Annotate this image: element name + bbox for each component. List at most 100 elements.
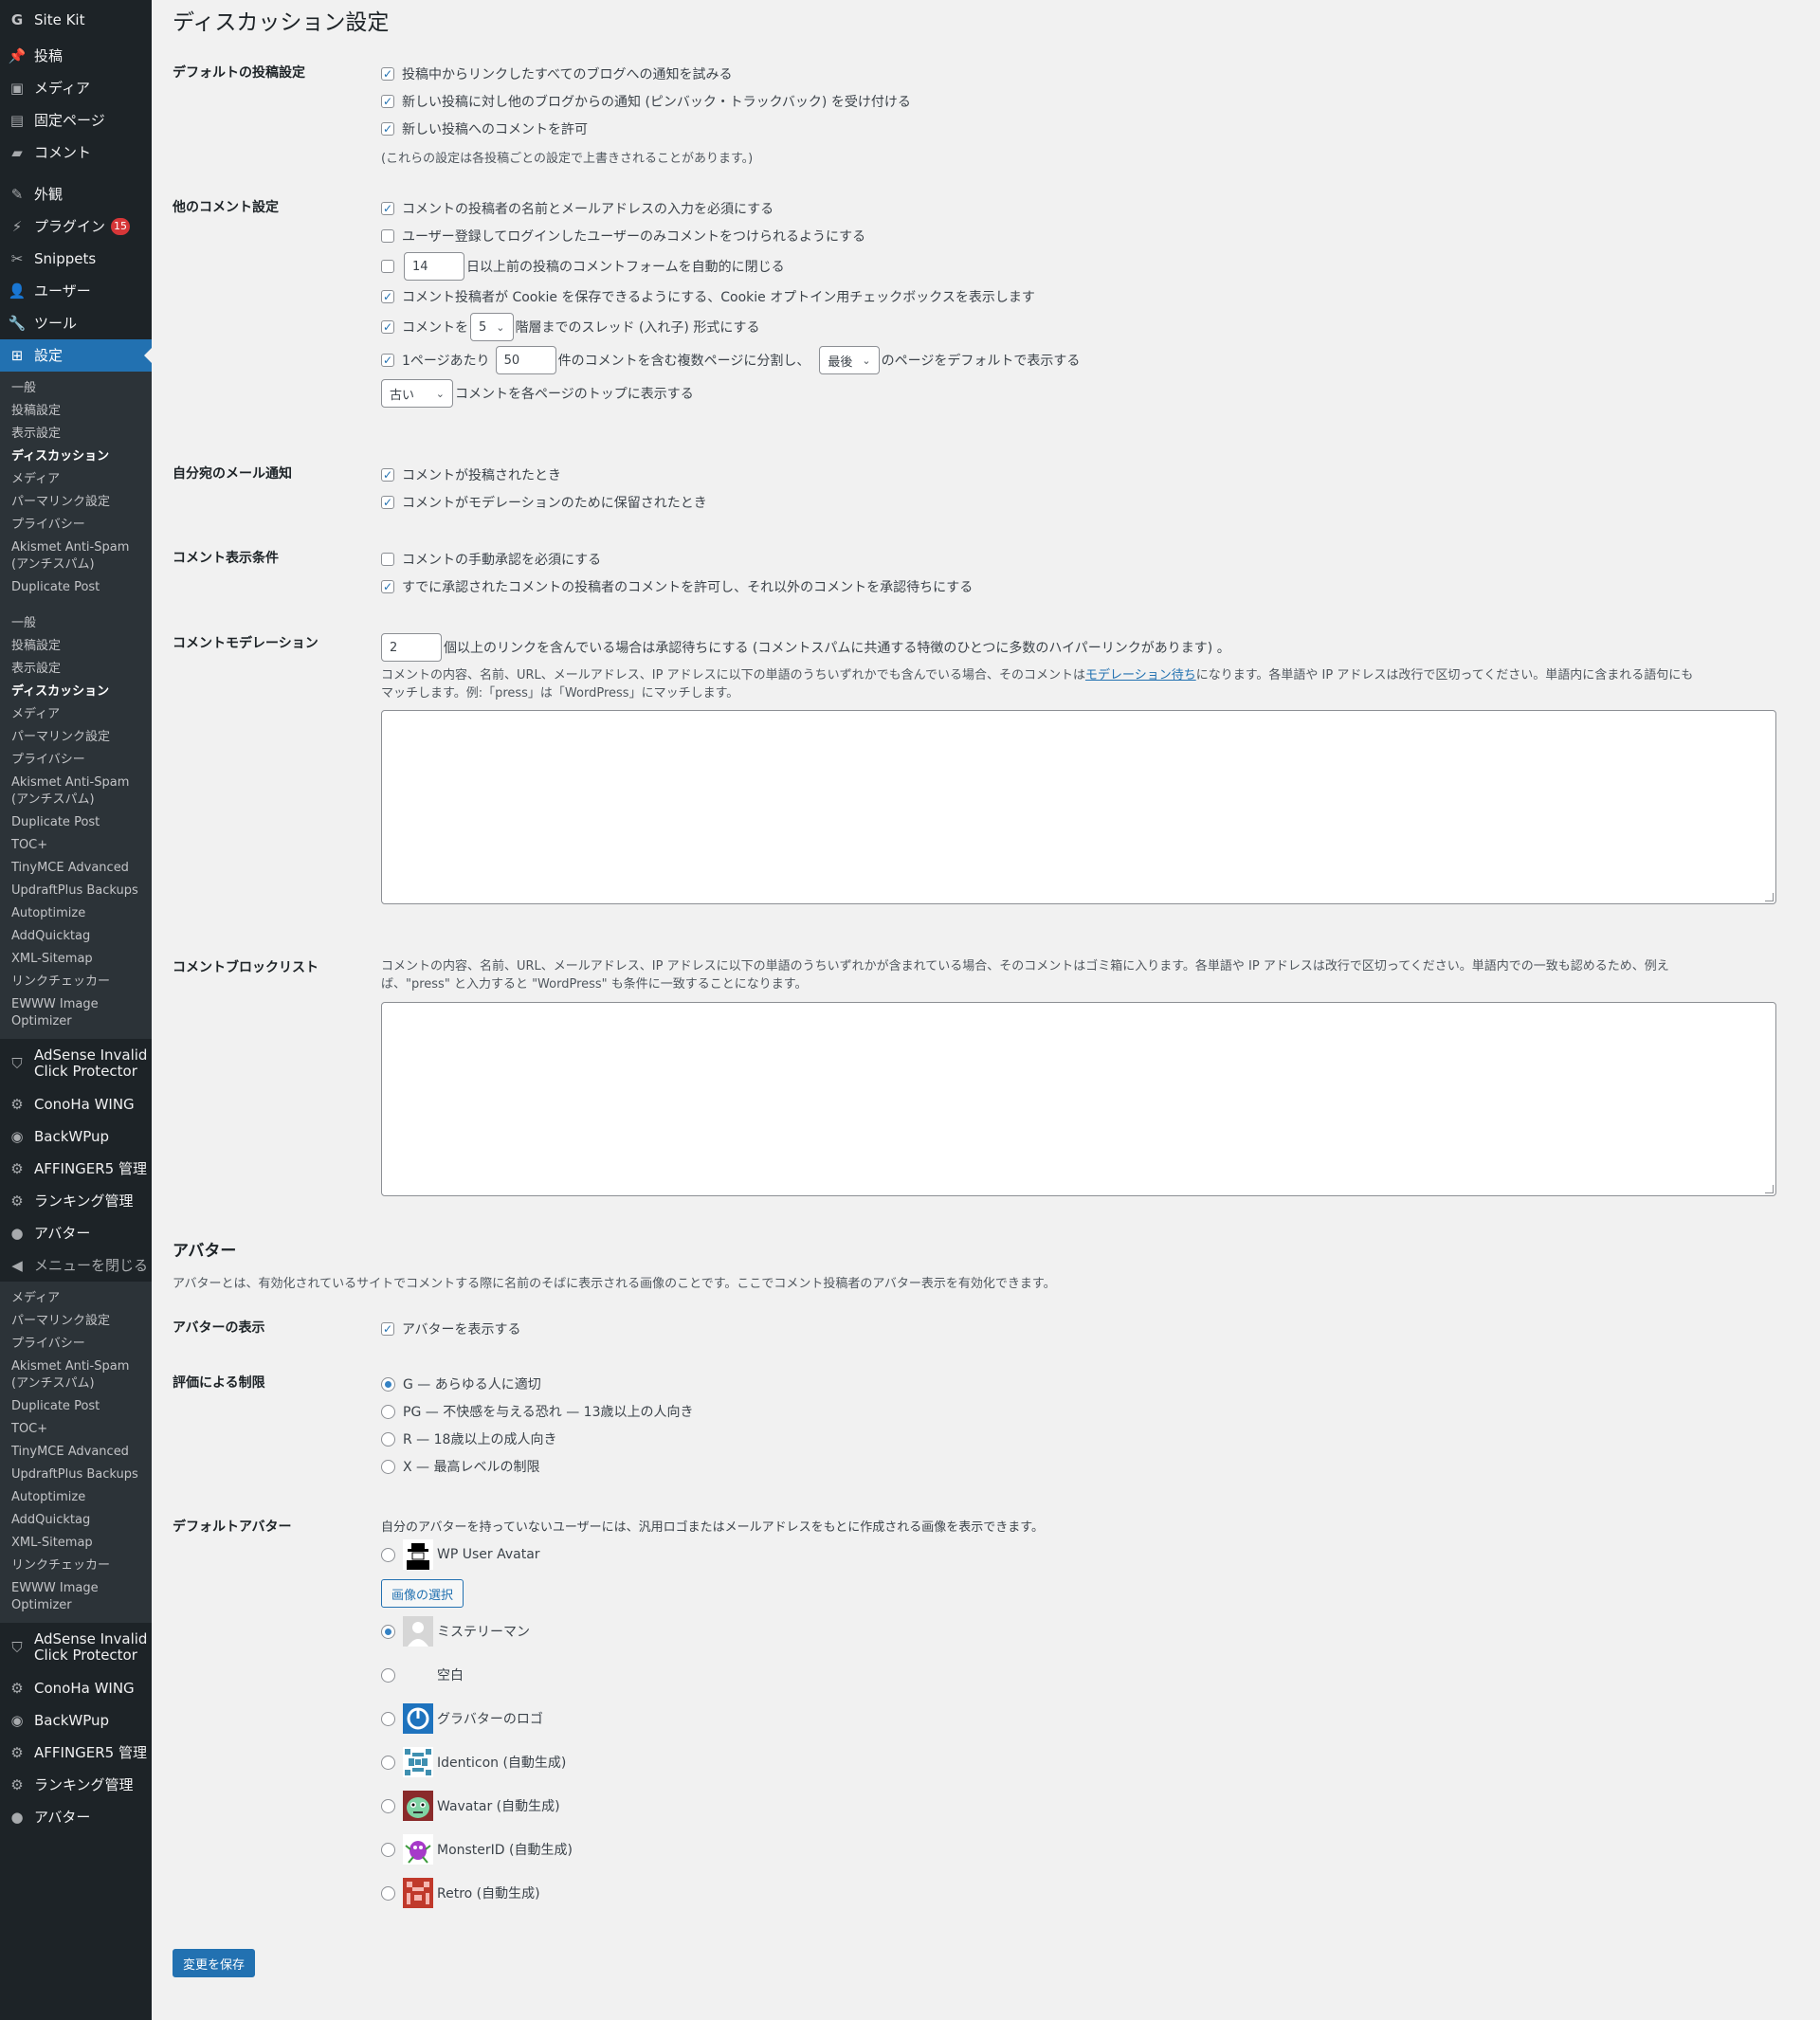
blank-radio[interactable]	[381, 1667, 395, 1683]
registered-only-checkbox[interactable]	[381, 229, 394, 243]
submenu-item[interactable]: メディア	[0, 703, 152, 726]
registered-only-option[interactable]: ユーザー登録してログインしたユーザーのみコメントをつけられるようにする	[381, 225, 1080, 247]
submenu-item[interactable]: EWWW Image Optimizer	[0, 1577, 152, 1617]
rating-x-radio[interactable]	[381, 1459, 395, 1474]
notify-on-moderation-option[interactable]: コメントがモデレーションのために保留されたとき	[381, 491, 707, 514]
require-name-email-option[interactable]: コメントの投稿者の名前とメールアドレスの入力を必須にする	[381, 197, 1080, 220]
submenu-item[interactable]: Duplicate Post	[0, 576, 152, 599]
plugin-menu-item[interactable]: ⚙ AFFINGER5 管理	[0, 1153, 152, 1185]
manual-approval-option[interactable]: コメントの手動承認を必須にする	[381, 548, 973, 571]
wavatar-radio[interactable]	[381, 1798, 395, 1813]
blocklist-keys-textarea[interactable]	[381, 1002, 1776, 1196]
plugin-menu-item[interactable]: ◀ メニューを閉じる	[0, 1249, 152, 1282]
submenu-item[interactable]: プライバシー	[0, 749, 152, 772]
allow-comments-option[interactable]: 新しい投稿へのコメントを許可	[381, 118, 911, 140]
submenu-item[interactable]: ディスカッション	[0, 446, 152, 468]
menu-site-kit[interactable]: G Site Kit	[0, 0, 152, 40]
submenu-item[interactable]: TOC+	[0, 834, 152, 857]
submenu-item[interactable]: 一般	[0, 612, 152, 635]
submenu-item[interactable]: Duplicate Post	[0, 811, 152, 834]
plugin-menu-item[interactable]: ● アバター	[0, 1801, 152, 1833]
thread-depth-select[interactable]: 5 ⌄	[470, 313, 514, 341]
plugin-menu-item[interactable]: ◉ BackWPup	[0, 1704, 152, 1737]
select-image-button[interactable]: 画像の選択	[381, 1579, 464, 1608]
submenu-item[interactable]: Akismet Anti-Spam (アンチスパム)	[0, 772, 152, 811]
avatar-option-wp-user-avatar[interactable]: WP User Avatar	[381, 1539, 1044, 1570]
submenu-item[interactable]: プライバシー	[0, 514, 152, 537]
rating-pg-option[interactable]: PG — 不快感を与える恐れ — 13歳以上の人向き	[381, 1400, 694, 1423]
rating-x-option[interactable]: X — 最高レベルの制限	[381, 1455, 694, 1478]
submenu-item[interactable]: Autoptimize	[0, 902, 152, 925]
menu-tools[interactable]: 🔧 ツール	[0, 307, 152, 339]
show-avatars-option[interactable]: アバターを表示する	[381, 1318, 520, 1340]
submenu-item[interactable]: EWWW Image Optimizer	[0, 993, 152, 1033]
retro-radio[interactable]	[381, 1885, 395, 1901]
avatar-option-mystery[interactable]: ミステリーマン	[381, 1615, 1044, 1647]
menu-users[interactable]: 👤 ユーザー	[0, 275, 152, 307]
avatar-option-retro[interactable]: Retro (自動生成)	[381, 1877, 1044, 1909]
plugin-menu-item[interactable]: ◉ BackWPup	[0, 1120, 152, 1153]
avatar-option-wavatar[interactable]: Wavatar (自動生成)	[381, 1790, 1044, 1822]
require-name-email-checkbox[interactable]	[381, 202, 394, 215]
submenu-item[interactable]: AddQuicktag	[0, 925, 152, 948]
plugin-menu-item[interactable]: ⚙ ConoHa WING	[0, 1672, 152, 1704]
close-comments-checkbox[interactable]	[381, 260, 394, 273]
close-days-input[interactable]: 14	[404, 252, 464, 281]
identicon-radio[interactable]	[381, 1755, 395, 1770]
allow-pings-option[interactable]: 新しい投稿に対し他のブログからの通知 (ピンバック・トラックバック) を受け付け…	[381, 90, 911, 113]
plugin-menu-item[interactable]: ⚙ ConoHa WING	[0, 1088, 152, 1120]
monsterid-radio[interactable]	[381, 1842, 395, 1857]
submenu-item[interactable]: パーマリンク設定	[0, 491, 152, 514]
show-avatars-checkbox[interactable]	[381, 1322, 394, 1336]
menu-comments[interactable]: ▰ コメント	[0, 136, 152, 169]
submenu-item[interactable]: Duplicate Post	[0, 1395, 152, 1418]
avatar-option-blank[interactable]: 空白	[381, 1659, 1044, 1691]
save-changes-button[interactable]: 変更を保存	[173, 1949, 256, 1977]
plugin-menu-item[interactable]: ⛉ AdSense Invalid Click Protector	[0, 1623, 152, 1672]
moderation-queue-link[interactable]: モデレーション待ち	[1085, 668, 1196, 682]
submenu-item[interactable]: Akismet Anti-Spam (アンチスパム)	[0, 1356, 152, 1395]
menu-plugins[interactable]: ⚡ プラグイン 15	[0, 210, 152, 243]
moderation-links-input[interactable]: 2	[381, 633, 442, 662]
submenu-item[interactable]: プライバシー	[0, 1333, 152, 1356]
submenu-item[interactable]: Akismet Anti-Spam (アンチスパム)	[0, 537, 152, 576]
default-page-select[interactable]: 最後 ⌄	[819, 346, 880, 374]
submenu-item[interactable]: 投稿設定	[0, 400, 152, 423]
cookie-optin-checkbox[interactable]	[381, 290, 394, 303]
menu-snippets[interactable]: ✂ Snippets	[0, 243, 152, 275]
submenu-item[interactable]: TinyMCE Advanced	[0, 857, 152, 880]
plugin-menu-item[interactable]: ⛉ AdSense Invalid Click Protector	[0, 1039, 152, 1088]
menu-settings[interactable]: ⊞ 設定	[0, 339, 152, 372]
wp-user-avatar-radio[interactable]	[381, 1547, 395, 1562]
submenu-item[interactable]: 投稿設定	[0, 635, 152, 658]
submenu-item[interactable]: TOC+	[0, 1418, 152, 1441]
submenu-item[interactable]: 表示設定	[0, 658, 152, 681]
cookie-optin-option[interactable]: コメント投稿者が Cookie を保存できるようにする、Cookie オプトイン…	[381, 285, 1080, 308]
submenu-item[interactable]: AddQuicktag	[0, 1509, 152, 1532]
rating-pg-radio[interactable]	[381, 1404, 395, 1419]
rating-r-option[interactable]: R — 18歳以上の成人向き	[381, 1428, 694, 1450]
notify-on-post-option[interactable]: コメントが投稿されたとき	[381, 464, 707, 486]
submenu-item[interactable]: メディア	[0, 468, 152, 491]
rating-g-radio[interactable]	[381, 1376, 395, 1392]
avatar-option-gravatar-logo[interactable]: グラバターのロゴ	[381, 1702, 1044, 1735]
moderation-keys-textarea[interactable]	[381, 710, 1776, 904]
submenu-item[interactable]: XML-Sitemap	[0, 1532, 152, 1555]
submenu-item[interactable]: リンクチェッカー	[0, 1555, 152, 1577]
notify-on-post-checkbox[interactable]	[381, 468, 394, 482]
rating-g-option[interactable]: G — あらゆる人に適切	[381, 1373, 694, 1395]
ping-blogs-checkbox[interactable]	[381, 67, 394, 81]
notify-on-moderation-checkbox[interactable]	[381, 496, 394, 509]
ping-blogs-option[interactable]: 投稿中からリンクしたすべてのブログへの通知を試みる	[381, 63, 911, 85]
menu-pages[interactable]: ▤ 固定ページ	[0, 104, 152, 136]
submenu-item[interactable]: XML-Sitemap	[0, 948, 152, 971]
previously-approved-checkbox[interactable]	[381, 580, 394, 593]
avatar-option-identicon[interactable]: Identicon (自動生成)	[381, 1746, 1044, 1778]
allow-comments-checkbox[interactable]	[381, 122, 394, 136]
plugin-menu-item[interactable]: ⚙ AFFINGER5 管理	[0, 1737, 152, 1769]
submenu-item[interactable]: Autoptimize	[0, 1486, 152, 1509]
plugin-menu-item[interactable]: ● アバター	[0, 1217, 152, 1249]
previously-approved-option[interactable]: すでに承認されたコメントの投稿者のコメントを許可し、それ以外のコメントを承認待ち…	[381, 575, 973, 598]
rating-r-radio[interactable]	[381, 1431, 395, 1447]
submenu-item[interactable]: TinyMCE Advanced	[0, 1441, 152, 1464]
